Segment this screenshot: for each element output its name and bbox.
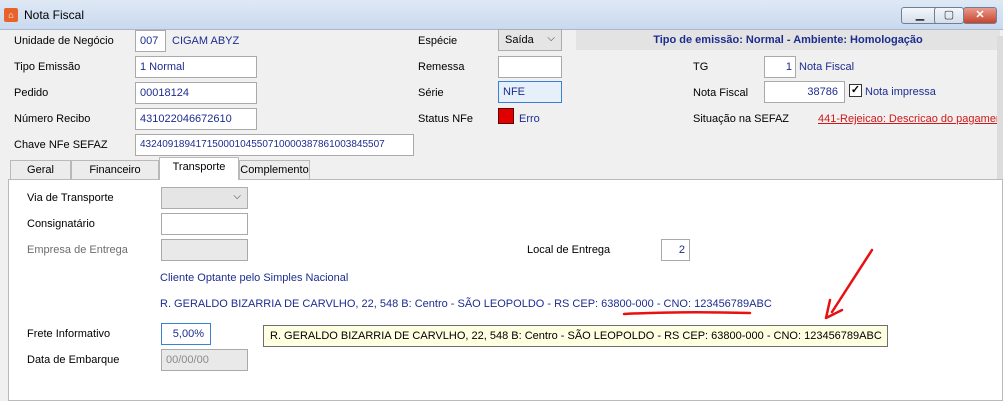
pedido-field[interactable]: 00018124 <box>135 82 257 104</box>
chevron-down-icon: ⌵ <box>547 33 555 44</box>
tg-description: Nota Fiscal <box>799 61 855 73</box>
annotation-arrow-icon <box>830 248 874 314</box>
local-entrega-label: Local de Entrega <box>527 244 611 256</box>
data-embarque-field: 00/00/00 <box>161 349 248 371</box>
tg-label: TG <box>693 61 709 73</box>
window-title: Nota Fiscal <box>24 8 85 22</box>
tab-complemento[interactable]: Complemento <box>239 160 310 179</box>
active-tab-joiner <box>160 179 238 180</box>
serie-field[interactable]: NFE <box>498 81 562 103</box>
nota-impressa-checkbox[interactable]: ✓ <box>849 84 862 97</box>
via-transporte-select[interactable]: ⌵ <box>161 187 248 209</box>
especie-select[interactable]: Saída ⌵ <box>498 29 562 51</box>
tipo-emissao-label: Tipo Emissão <box>14 61 81 73</box>
chevron-down-icon: ⌵ <box>233 191 241 202</box>
pedido-label: Pedido <box>14 87 49 99</box>
simples-nacional-text: Cliente Optante pelo Simples Nacional <box>160 272 349 284</box>
especie-label: Espécie <box>418 35 458 47</box>
title-bar <box>0 0 1003 30</box>
tipo-emissao-banner: Tipo de emissão: Normal - Ambiente: Homo… <box>576 30 1000 50</box>
annotation-underline <box>622 310 752 316</box>
chave-nfe-field[interactable]: 4324091894171500010455071000038786100384… <box>135 134 414 156</box>
consignatario-field[interactable] <box>161 213 248 235</box>
close-button[interactable]: ✕ <box>963 7 997 24</box>
remessa-field[interactable] <box>498 56 562 78</box>
status-nfe-value: Erro <box>519 113 540 125</box>
tab-transporte[interactable]: Transporte <box>159 157 239 180</box>
chave-nfe-label: Chave NFe SEFAZ <box>14 139 108 151</box>
situacao-sefaz-label: Situação na SEFAZ <box>693 113 789 125</box>
nota-fiscal-label: Nota Fiscal <box>693 87 749 99</box>
numero-recibo-label: Número Recibo <box>14 113 91 125</box>
situacao-sefaz-link[interactable]: 441-Rejeicao: Descricao do pagamento obr <box>818 113 1003 125</box>
unidade-name: CIGAM ABYZ <box>172 35 240 47</box>
frete-informativo-field[interactable]: 5,00% <box>161 323 211 345</box>
remessa-label: Remessa <box>418 61 465 73</box>
status-color-indicator <box>498 108 514 124</box>
nota-fiscal-field[interactable]: 38786 <box>764 81 845 103</box>
unidade-code-field[interactable]: 007 <box>135 30 166 52</box>
empresa-entrega-field <box>161 239 248 261</box>
nota-impressa-label: Nota impressa <box>865 86 936 98</box>
tipo-emissao-field[interactable]: 1 Normal <box>135 56 257 78</box>
tab-financeiro[interactable]: Financeiro <box>71 160 159 179</box>
especie-value: Saída <box>505 34 534 46</box>
frete-informativo-label: Frete Informativo <box>27 328 111 340</box>
serie-label: Série <box>418 87 444 99</box>
maximize-button[interactable]: ▢ <box>934 7 964 24</box>
empresa-entrega-label: Empresa de Entrega <box>27 244 128 256</box>
unidade-label: Unidade de Negócio <box>14 35 114 47</box>
data-embarque-label: Data de Embarque <box>27 354 120 366</box>
app-logo-icon: ⌂ <box>4 8 18 22</box>
numero-recibo-field[interactable]: 431022046672610 <box>135 108 257 130</box>
annotation-overlay <box>622 248 874 320</box>
tg-field[interactable]: 1 <box>764 56 796 78</box>
tab-geral[interactable]: Geral <box>10 160 71 179</box>
consignatario-label: Consignatário <box>27 218 95 230</box>
status-nfe-label: Status NFe <box>418 113 474 125</box>
via-transporte-label: Via de Transporte <box>27 192 114 204</box>
